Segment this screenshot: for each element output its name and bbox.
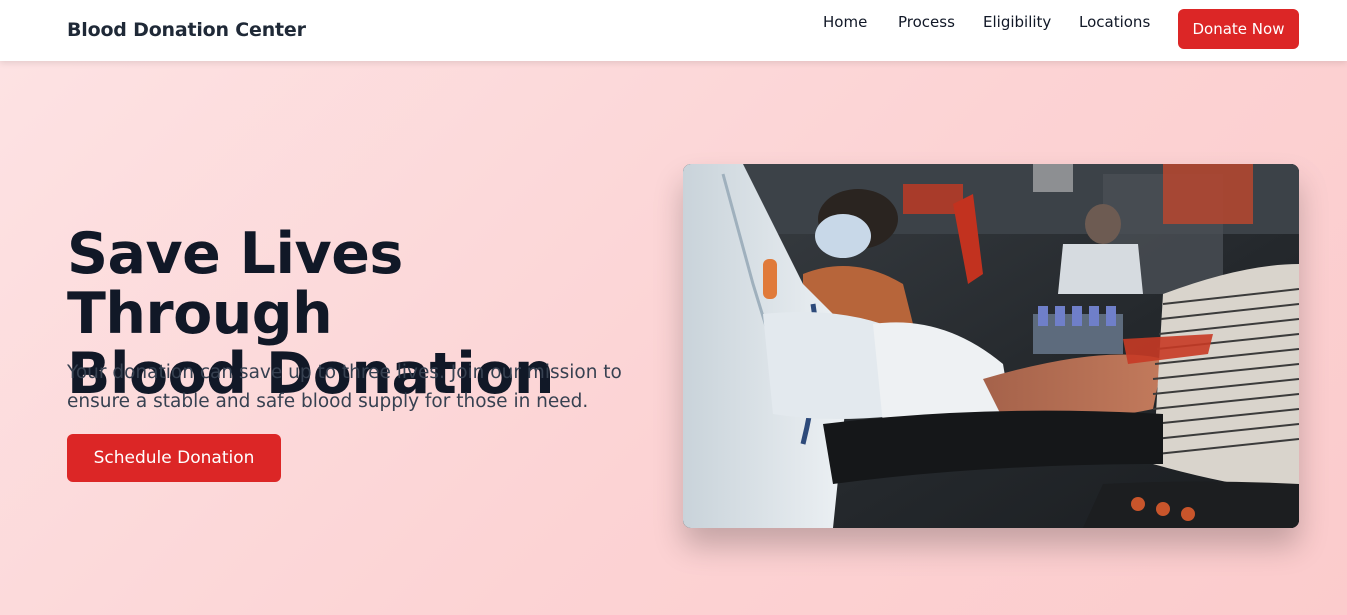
site-header: Blood Donation Center Home Process Eligi… <box>0 0 1347 61</box>
nav-process-link[interactable]: Process <box>898 13 955 31</box>
nav-eligibility-link[interactable]: Eligibility <box>983 13 1051 31</box>
nav-locations-link[interactable]: Locations <box>1079 13 1150 31</box>
donate-now-button[interactable]: Donate Now <box>1178 9 1299 49</box>
hero-title-line-1: Save Lives Through <box>67 221 403 347</box>
nav-home-link[interactable]: Home <box>823 13 867 31</box>
schedule-donation-button[interactable]: Schedule Donation <box>67 434 281 482</box>
hero-image <box>683 164 1299 528</box>
main-nav: Home Process Eligibility Locations <box>0 13 1347 33</box>
hero-description: Your donation can save up to three lives… <box>67 362 622 412</box>
blood-donation-photo <box>683 164 1299 528</box>
hero-section: Save Lives Through Blood Donation Your d… <box>0 61 1347 615</box>
